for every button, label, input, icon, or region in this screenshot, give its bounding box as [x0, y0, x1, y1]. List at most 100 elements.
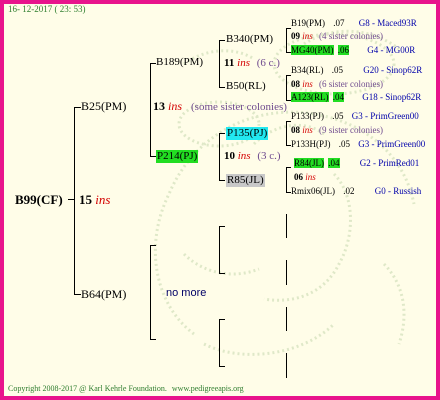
gen4-line: G3 - PrimGreen00: [358, 139, 426, 149]
gen4-sister-note: (6 sister colonies): [319, 79, 383, 89]
root-queen[interactable]: B99(CF): [15, 193, 63, 206]
gen4-value: .06: [337, 45, 350, 55]
r85-vertical: [286, 167, 287, 192]
gen4-line: G4 - MG00R: [367, 45, 416, 55]
empty-sub-2: [286, 260, 287, 285]
gen4-count: 06: [294, 172, 303, 182]
gen4-line: G8 - Maced93R: [358, 18, 417, 28]
b64-queen[interactable]: B64(PM): [81, 288, 126, 300]
root-ins-label: ins: [95, 192, 111, 207]
r85-sub-top: [286, 167, 291, 168]
gen4-value: .05: [331, 65, 343, 75]
b25-queen[interactable]: B25(PM): [81, 100, 126, 112]
gen4-count: 08: [291, 125, 300, 135]
b189-vertical: [219, 40, 220, 87]
gen4-row-b34[interactable]: B34(RL) .05 G20 - Sinop62R: [291, 66, 422, 75]
pedigree-frame: 16- 12-2017 ( 23: 53) B99(CF) 15 ins B25…: [0, 0, 440, 400]
b50-vertical: [286, 75, 287, 100]
b50-queen[interactable]: B50(RL): [226, 81, 266, 92]
gen4-line: G18 - Sinop62R: [362, 92, 422, 102]
gen4-sister-note: (9 sister colonies): [319, 125, 383, 135]
gen4-name: P133(PJ): [291, 111, 325, 121]
b189-queen[interactable]: B189(PM): [156, 57, 203, 68]
footer-site-link[interactable]: www.pedigreeapis.org: [172, 384, 244, 393]
gen4-name: R84(JL): [294, 158, 324, 168]
r85-queen[interactable]: R85(JL): [226, 174, 265, 187]
gen4-line: G20 - Sinop62R: [363, 65, 423, 75]
gen4-count: 08: [291, 79, 300, 89]
p135-sub-top: [286, 121, 291, 122]
p214-insemination: 10 ins (3 c.): [224, 151, 281, 162]
p135-queen[interactable]: P135(PJ): [226, 127, 269, 140]
b189-ins-label: ins: [237, 57, 250, 69]
gen4-ins-row-1: 09 ins (4 sister colonies): [291, 32, 383, 41]
footer-copyright-text: Copyright 2008-2017 @ Karl Kehrle Founda…: [8, 384, 167, 393]
b25-count: 13: [153, 99, 165, 113]
gen4-value: .04: [332, 92, 344, 102]
empty-branch-2-bottom: [219, 366, 225, 367]
gen4-ins-row-3: 08 ins (9 sister colonies): [291, 126, 383, 135]
root-connector-stub: [68, 199, 75, 200]
root-insemination: 15 ins: [79, 193, 110, 206]
r85-connector: [219, 180, 225, 181]
empty-branch-1-vertical: [219, 226, 220, 273]
empty-branch-1-top: [219, 226, 225, 227]
gen4-value: .02: [343, 186, 355, 196]
gen4-row-b19[interactable]: B19(PM) .07 G8 - Maced93R: [291, 19, 417, 28]
gen4-row-a123[interactable]: A123(RL) .04 G18 - Sinop62R: [291, 92, 422, 102]
empty-branch-2-vertical: [219, 319, 220, 366]
gen4-ins-label: ins: [302, 31, 313, 41]
gen4-value: .05: [338, 139, 351, 149]
gen4-value: .05: [332, 111, 344, 121]
empty-sub-1: [286, 214, 287, 238]
b50-sub-top: [286, 75, 291, 76]
gen4-count: 09: [291, 31, 300, 41]
gen4-name: Rmix06(JL): [291, 186, 335, 196]
gen4-sister-note: (4 sister colonies): [319, 31, 383, 41]
b189-insemination: 11 ins (6 c.): [224, 58, 280, 69]
b340-connector: [219, 40, 225, 41]
b25-connector: [74, 107, 81, 108]
gen4-line: G2 - PrimRed01: [359, 158, 420, 168]
gen1-bottom-bottom-stub: [150, 339, 156, 340]
gen4-value: .04: [328, 158, 340, 168]
root-connector-vertical: [74, 107, 75, 294]
gen4-row-r84[interactable]: R84(JL) .04 G2 - PrimRed01: [294, 158, 420, 168]
b25-insemination: 13 ins (some sister colonies): [153, 100, 287, 113]
p214-sister-note: (3 c.): [257, 150, 281, 162]
gen1-bottom-vertical: [150, 245, 151, 339]
report-date: 16- 12-2017 ( 23: 53): [8, 4, 86, 14]
gen4-row-mg40[interactable]: MG40(PM) .06 G4 - MG00R: [291, 45, 416, 55]
gen1-top-vertical: [150, 63, 151, 156]
b25-sister-note: (some sister colonies): [191, 101, 287, 113]
p214-queen[interactable]: P214(PJ): [156, 150, 199, 163]
gen4-name: MG40(PM): [291, 45, 334, 55]
b189-count: 11: [224, 57, 235, 69]
root-count: 15: [79, 192, 92, 207]
p214-ins-label: ins: [237, 150, 251, 162]
gen4-value: .07: [333, 18, 345, 28]
p135-vertical: [286, 121, 287, 145]
p214-count: 10: [224, 150, 235, 162]
gen4-ins-row-4: 06 ins: [294, 173, 316, 182]
b64-connector: [74, 294, 81, 295]
gen4-name: A123(RL): [291, 92, 329, 102]
gen4-ins-label: ins: [305, 172, 316, 182]
b64-no-more: no more: [166, 287, 207, 299]
gen4-row-p133h[interactable]: P133H(PJ) .05 G3 - PrimGreen00: [291, 140, 425, 149]
b189-sister-note: (6 c.): [256, 57, 280, 69]
gen4-row-rmix06[interactable]: Rmix06(JL) .02 G0 - Russish: [291, 187, 421, 196]
b340-queen[interactable]: B340(PM): [226, 34, 273, 45]
gen4-ins-label: ins: [302, 79, 313, 89]
gen4-name: P133H(PJ): [291, 139, 331, 149]
gen1-bottom-top-stub: [150, 245, 156, 246]
b340-vertical: [286, 28, 287, 52]
watermark-bee-image: [153, 29, 416, 356]
empty-branch-1-bottom: [219, 273, 225, 274]
gen4-row-p133[interactable]: P133(PJ) .05 G3 - PrimGreen00: [291, 112, 419, 121]
gen4-line: G3 - PrimGreen00: [351, 111, 419, 121]
gen4-ins-label: ins: [302, 125, 313, 135]
gen4-line: G0 - Russish: [374, 186, 422, 196]
p135-connector: [219, 133, 225, 134]
b25-ins-label: ins: [168, 99, 183, 113]
